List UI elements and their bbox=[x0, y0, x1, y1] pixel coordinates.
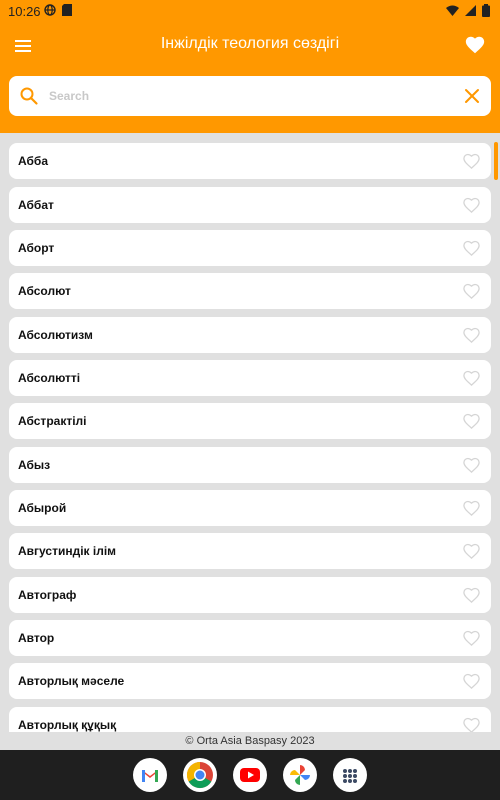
gmail-icon[interactable] bbox=[133, 758, 167, 792]
list-item[interactable]: Авторлық мәселе bbox=[9, 663, 491, 699]
heart-outline-icon[interactable] bbox=[462, 196, 481, 214]
list-item-label: Абырой bbox=[18, 501, 67, 515]
wifi-icon bbox=[446, 5, 459, 16]
list-item-label: Абсолют bbox=[18, 284, 71, 298]
list-item[interactable]: Абба bbox=[9, 143, 491, 179]
list-item[interactable]: Аборт bbox=[9, 230, 491, 266]
list-item[interactable]: Абсолютті bbox=[9, 360, 491, 396]
list-item-label: Аборт bbox=[18, 241, 55, 255]
list-item[interactable]: Абыз bbox=[9, 447, 491, 483]
list-item-label: Автор bbox=[18, 631, 55, 645]
copyright-footer: © Orta Asia Baspasy 2023 bbox=[0, 732, 500, 750]
search-bar-container bbox=[0, 70, 500, 133]
vpn-globe-icon bbox=[44, 4, 56, 16]
list-item[interactable]: Авторлық құқық bbox=[9, 707, 491, 732]
list-scrollbar[interactable] bbox=[494, 142, 498, 180]
heart-outline-icon[interactable] bbox=[462, 412, 481, 430]
list-item[interactable]: Абырой bbox=[9, 490, 491, 526]
signal-icon bbox=[465, 5, 476, 16]
favorites-heart-icon[interactable] bbox=[464, 34, 486, 56]
close-icon[interactable] bbox=[463, 87, 481, 105]
chrome-icon[interactable] bbox=[183, 758, 217, 792]
heart-outline-icon[interactable] bbox=[462, 542, 481, 560]
status-left-icons bbox=[44, 4, 72, 16]
heart-outline-icon[interactable] bbox=[462, 672, 481, 690]
list-item[interactable]: Абсолютизм bbox=[9, 317, 491, 353]
list-item-label: Абсолютті bbox=[18, 371, 81, 385]
search-box bbox=[9, 76, 491, 116]
page-title: Інжілдік теология сөздігі bbox=[160, 35, 340, 52]
heart-outline-icon[interactable] bbox=[462, 716, 481, 732]
list-item-label: Авторлық мәселе bbox=[18, 674, 125, 688]
heart-outline-icon[interactable] bbox=[462, 456, 481, 474]
list-item-label: Авторлық құқық bbox=[18, 718, 117, 732]
status-right-icons bbox=[446, 4, 490, 17]
list-item[interactable]: Автограф bbox=[9, 577, 491, 613]
heart-outline-icon[interactable] bbox=[462, 326, 481, 344]
battery-icon bbox=[482, 4, 490, 17]
app-dock bbox=[0, 750, 500, 800]
status-bar: 10:26 bbox=[0, 0, 500, 22]
app-drawer-icon[interactable] bbox=[333, 758, 367, 792]
heart-outline-icon[interactable] bbox=[462, 152, 481, 170]
status-time: 10:26 bbox=[8, 4, 41, 19]
heart-outline-icon[interactable] bbox=[462, 282, 481, 300]
heart-outline-icon[interactable] bbox=[462, 369, 481, 387]
heart-outline-icon[interactable] bbox=[462, 499, 481, 517]
heart-outline-icon[interactable] bbox=[462, 586, 481, 604]
heart-outline-icon[interactable] bbox=[462, 239, 481, 257]
search-input[interactable] bbox=[47, 82, 451, 110]
list-item-label: Абстрактілі bbox=[18, 414, 87, 428]
list-item-label: Абба bbox=[18, 154, 49, 168]
list-item[interactable]: Автор bbox=[9, 620, 491, 656]
search-icon bbox=[20, 87, 38, 105]
list-item[interactable]: Абстрактілі bbox=[9, 403, 491, 439]
term-list: Абба Аббат Аборт Абсолют Абсолютизм Абсо… bbox=[0, 133, 500, 732]
list-item-label: Абсолютизм bbox=[18, 328, 93, 342]
sd-card-icon bbox=[62, 4, 72, 16]
youtube-icon[interactable] bbox=[233, 758, 267, 792]
list-item[interactable]: Абсолют bbox=[9, 273, 491, 309]
list-item[interactable]: Августиндік ілім bbox=[9, 533, 491, 569]
list-item-label: Автограф bbox=[18, 588, 77, 602]
list-item[interactable]: Аббат bbox=[9, 187, 491, 223]
heart-outline-icon[interactable] bbox=[462, 629, 481, 647]
list-item-label: Абыз bbox=[18, 458, 51, 472]
list-item-label: Августиндік ілім bbox=[18, 544, 117, 558]
app-bar: Інжілдік теология сөздігі bbox=[0, 22, 500, 70]
photos-icon[interactable] bbox=[283, 758, 317, 792]
list-item-label: Аббат bbox=[18, 198, 54, 212]
